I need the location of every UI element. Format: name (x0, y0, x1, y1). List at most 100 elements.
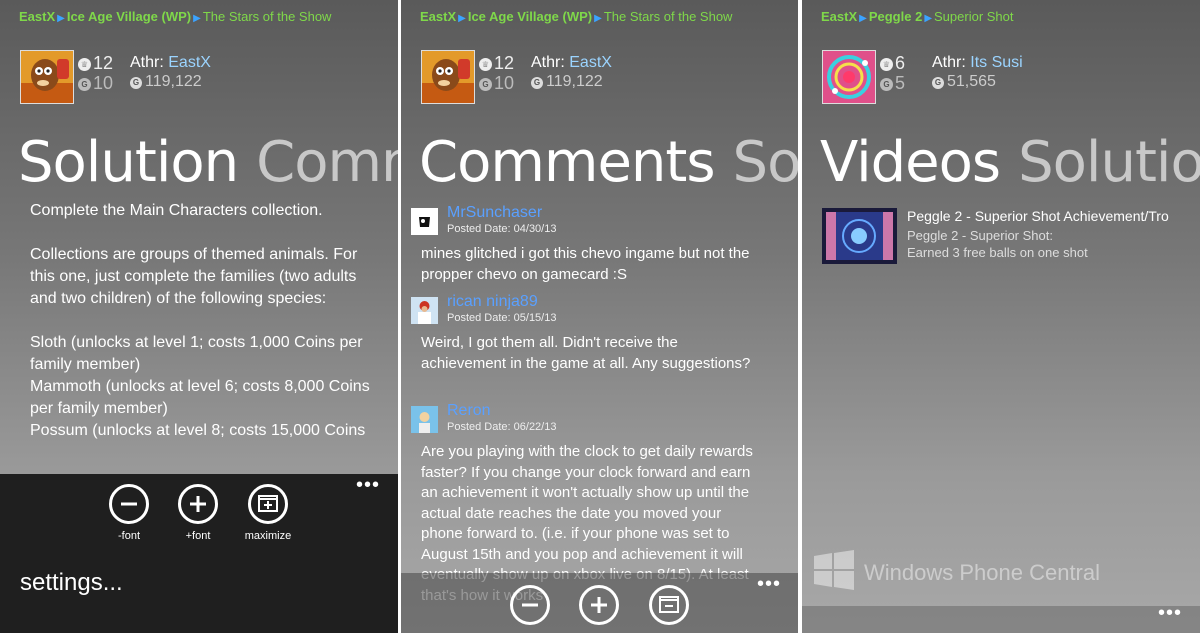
increase-font-label: +font (185, 530, 211, 542)
trophy-count: ♕ 6 (880, 53, 905, 74)
watermark: Windows Phone Central (812, 550, 1100, 590)
breadcrumb-game[interactable]: Ice Age Village (WP) (468, 9, 592, 24)
maximize-icon (258, 495, 278, 512)
breadcrumb: EastX ▶ Ice Age Village (WP) ▶ The Stars of … (19, 9, 331, 24)
author-name[interactable]: Its Susi (970, 54, 1022, 71)
comments-panel: EastX ▶ Ice Age Village (WP) ▶ The Stars of … (401, 0, 798, 633)
solution-paragraph: Complete the Main Characters collection. (30, 202, 323, 219)
pivot-header: Videos Solution (820, 130, 1200, 195)
decrease-font-label: -font (117, 530, 140, 542)
trophy-icon: ♕ (479, 58, 492, 71)
game-cover-image[interactable] (822, 50, 876, 104)
comment-username[interactable]: rican ninja89 (447, 293, 538, 311)
comment-username[interactable]: Reron (447, 402, 491, 420)
comment-date: Posted Date: 06/22/13 (447, 421, 557, 433)
game-cover-image[interactable] (421, 50, 475, 104)
avatar (411, 297, 438, 324)
avatar (411, 208, 438, 235)
comment-date: Posted Date: 05/15/13 (447, 312, 557, 324)
decrease-font-button[interactable] (109, 484, 149, 524)
comment-date: Posted Date: 04/30/13 (447, 223, 557, 235)
pivot-header: Comments Solu (419, 130, 798, 195)
author-score: G 119,122 (531, 73, 603, 91)
settings-menu-item[interactable]: settings... (20, 569, 123, 597)
points-count: G 10 (479, 73, 514, 94)
points-count: G 10 (78, 73, 113, 94)
breadcrumb-author[interactable]: EastX (19, 9, 55, 24)
author-score: G 119,122 (130, 73, 202, 91)
app-bar: -font +font maximize ••• settings... (0, 474, 398, 633)
breadcrumb: EastX ▶ Peggle 2 ▶ Superior Shot (821, 9, 1014, 24)
pivot-header: Solution Comm (18, 130, 398, 195)
breadcrumb-author[interactable]: EastX (420, 9, 456, 24)
increase-font-button[interactable] (579, 585, 619, 625)
maximize-label: maximize (244, 530, 292, 542)
more-options-icon[interactable]: ••• (1158, 602, 1182, 625)
breadcrumb-game[interactable]: Ice Age Village (WP) (67, 9, 191, 24)
maximize-button[interactable] (649, 585, 689, 625)
more-options-icon[interactable]: ••• (356, 474, 380, 497)
gamerscore-icon: G (531, 77, 543, 89)
video-subtitle: Peggle 2 - Superior Shot: (907, 228, 1053, 243)
breadcrumb-game[interactable]: Peggle 2 (869, 9, 922, 24)
video-title[interactable]: Peggle 2 - Superior Shot Achievement/Tro (907, 208, 1169, 224)
app-bar: ••• (401, 573, 798, 633)
trophy-count: ♕ 12 (78, 53, 113, 74)
comment-body: mines glitched i got this chevo ingame b… (421, 245, 750, 283)
app-bar: ••• (802, 602, 1200, 633)
solution-item: Mammoth (unlocks at level 6; costs 8,000… (30, 378, 370, 417)
points-count: G5 (880, 73, 905, 94)
comment-body: Weird, I got them all. Didn't receive th… (421, 334, 751, 372)
plus-icon (190, 496, 206, 512)
gamerscore-icon: G (880, 78, 893, 91)
solution-item: Possum (unlocks at level 8; costs 15,000… (30, 422, 366, 439)
pivot-tab-videos[interactable]: Videos (820, 130, 1001, 195)
arrow-right-icon: ▶ (458, 13, 466, 24)
more-options-icon[interactable]: ••• (757, 573, 781, 596)
pivot-tab-solution[interactable]: Solution (1018, 130, 1200, 195)
pivot-tab-solution[interactable]: Solu (733, 130, 798, 195)
pivot-tab-solution[interactable]: Solution (18, 130, 239, 195)
videos-panel: EastX ▶ Peggle 2 ▶ Superior Shot ♕ 6 G5 Athr:… (802, 0, 1200, 633)
video-thumbnail[interactable] (822, 208, 897, 264)
windows-logo-icon (814, 550, 854, 590)
minus-icon (522, 603, 538, 607)
breadcrumb-achievement: Superior Shot (934, 9, 1014, 24)
breadcrumb-achievement: The Stars of the Show (202, 9, 332, 24)
increase-font-button[interactable] (178, 484, 218, 524)
author-line: Athr: EastX (531, 54, 612, 71)
video-description: Earned 3 free balls on one shot (907, 245, 1088, 260)
gamerscore-icon: G (932, 77, 944, 89)
breadcrumb-author[interactable]: EastX (821, 9, 857, 24)
breadcrumb-achievement: The Stars of the Show (603, 9, 733, 24)
maximize-button[interactable] (248, 484, 288, 524)
arrow-right-icon: ▶ (859, 13, 867, 24)
plus-icon (591, 597, 607, 613)
solution-paragraph: Collections are groups of themed animals… (30, 246, 358, 307)
solution-item: Sloth (unlocks at level 1; costs 1,000 C… (30, 334, 363, 373)
breadcrumb: EastX ▶ Ice Age Village (WP) ▶ The Stars of … (420, 9, 732, 24)
comment-username[interactable]: MrSunchaser (447, 204, 542, 222)
arrow-right-icon: ▶ (57, 13, 65, 24)
gamerscore-icon: G (479, 78, 492, 91)
gamerscore-icon: G (78, 78, 91, 91)
avatar (411, 406, 438, 433)
trophy-count: ♕ 12 (479, 53, 514, 74)
solution-text: Complete the Main Characters collection.… (30, 200, 375, 442)
trophy-icon: ♕ (880, 58, 893, 71)
trophy-icon: ♕ (78, 58, 91, 71)
arrow-right-icon: ▶ (193, 13, 201, 24)
maximize-icon (659, 596, 679, 613)
author-line: Athr: Its Susi (932, 54, 1023, 71)
gamerscore-icon: G (130, 77, 142, 89)
pivot-tab-comments[interactable]: Comments (419, 130, 716, 195)
solution-panel: EastX ▶ Ice Age Village (WP) ▶ The Stars of … (0, 0, 398, 633)
author-name[interactable]: EastX (569, 54, 612, 71)
pivot-tab-comments[interactable]: Comm (256, 130, 398, 195)
decrease-font-button[interactable] (510, 585, 550, 625)
arrow-right-icon: ▶ (924, 13, 933, 24)
game-cover-image[interactable] (20, 50, 74, 104)
author-line: Athr: EastX (130, 54, 211, 71)
minus-icon (121, 502, 137, 506)
author-name[interactable]: EastX (168, 54, 211, 71)
